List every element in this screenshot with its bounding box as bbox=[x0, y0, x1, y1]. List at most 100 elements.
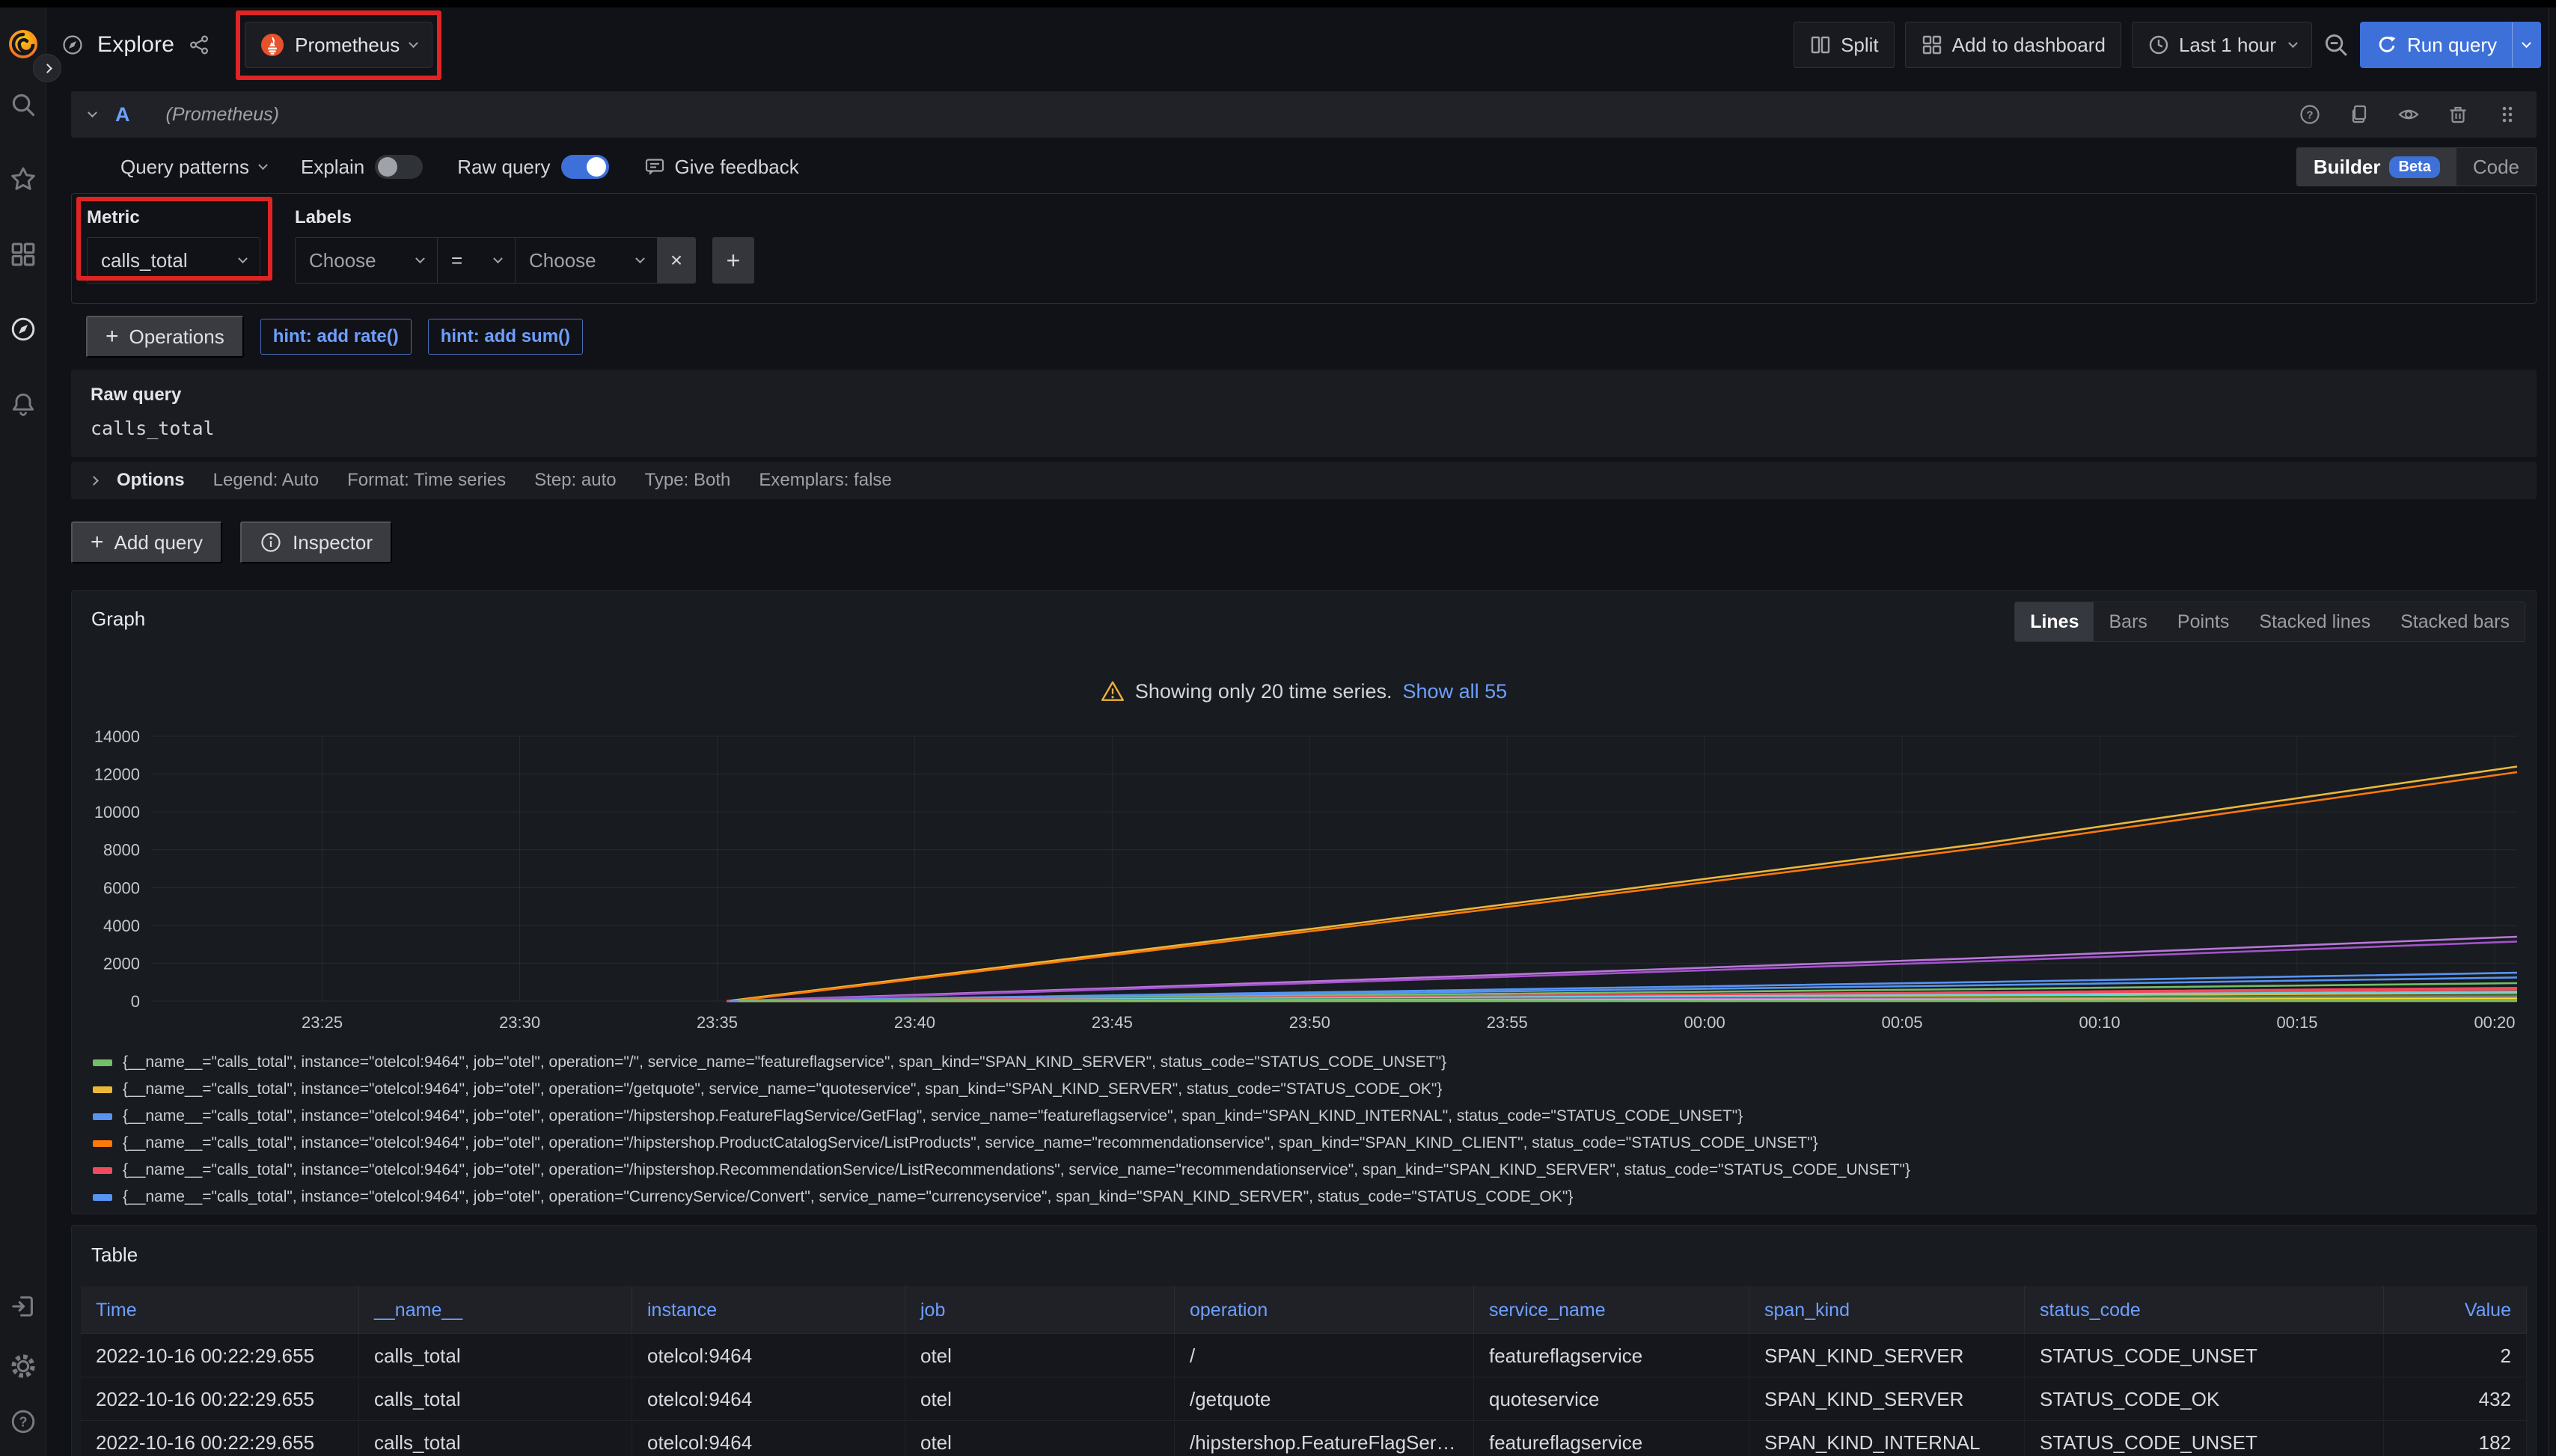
explain-toggle[interactable] bbox=[375, 155, 423, 179]
option-type: Type: Both bbox=[645, 470, 731, 491]
add-to-dashboard-button[interactable]: Add to dashboard bbox=[1905, 22, 2121, 68]
explore-toolbar: Explore Prometheus Split bbox=[46, 7, 2556, 82]
scrollbar[interactable] bbox=[2549, 7, 2556, 1456]
table-cell: quoteservice bbox=[1474, 1377, 1749, 1421]
metric-select[interactable]: calls_total bbox=[87, 237, 260, 284]
time-series-chart[interactable]: 0200040006000800010000120001400023:2523:… bbox=[81, 724, 2528, 1040]
table-cell: 2022-10-16 00:22:29.655 bbox=[81, 1334, 359, 1377]
remove-label-filter-button[interactable]: × bbox=[657, 237, 696, 284]
label-operator-select[interactable]: = bbox=[437, 237, 515, 284]
column-header-time[interactable]: Time bbox=[81, 1286, 359, 1334]
prometheus-logo-icon bbox=[260, 33, 284, 57]
builder-tab[interactable]: Builder Beta bbox=[2297, 148, 2456, 186]
svg-text:00:10: 00:10 bbox=[2079, 1013, 2121, 1032]
table-cell: otel bbox=[905, 1421, 1175, 1456]
svg-text:23:30: 23:30 bbox=[499, 1013, 540, 1032]
graph-style-lines[interactable]: Lines bbox=[2015, 602, 2094, 641]
query-options-row[interactable]: Options Legend: Auto Format: Time series… bbox=[71, 462, 2537, 499]
column-header-job[interactable]: job bbox=[905, 1286, 1175, 1334]
give-feedback-link[interactable]: Give feedback bbox=[643, 156, 799, 179]
hide-query-eye-icon[interactable] bbox=[2397, 103, 2420, 126]
expand-options-icon[interactable] bbox=[89, 476, 99, 486]
svg-text:00:15: 00:15 bbox=[2276, 1013, 2317, 1032]
graph-style-bars[interactable]: Bars bbox=[2094, 602, 2162, 641]
legend-item[interactable]: {__name__="calls_total", instance="otelc… bbox=[93, 1049, 2521, 1076]
svg-text:23:25: 23:25 bbox=[302, 1013, 343, 1032]
alerting-bell-icon[interactable] bbox=[10, 391, 37, 417]
duplicate-query-icon[interactable] bbox=[2348, 103, 2370, 126]
column-header-operation[interactable]: operation bbox=[1175, 1286, 1474, 1334]
collapse-query-icon[interactable] bbox=[88, 108, 97, 117]
add-operation-button[interactable]: + Operations bbox=[86, 316, 244, 358]
graph-style-stacked-lines[interactable]: Stacked lines bbox=[2244, 602, 2385, 641]
explore-icon bbox=[61, 34, 84, 56]
datasource-picker[interactable]: Prometheus bbox=[245, 22, 432, 68]
column-header-instance[interactable]: instance bbox=[632, 1286, 905, 1334]
hint-add-rate-button[interactable]: hint: add rate() bbox=[260, 319, 412, 355]
zoom-out-icon[interactable] bbox=[2323, 31, 2349, 58]
delete-query-trash-icon[interactable] bbox=[2447, 103, 2469, 126]
query-help-icon[interactable]: ? bbox=[2299, 103, 2321, 126]
show-all-series-link[interactable]: Show all 55 bbox=[1403, 680, 1508, 703]
page-title: Explore bbox=[97, 32, 174, 58]
label-key-select[interactable]: Choose bbox=[295, 237, 437, 284]
run-query-button[interactable]: Run query bbox=[2360, 22, 2541, 68]
legend-item[interactable]: {__name__="calls_total", instance="otelc… bbox=[93, 1103, 2521, 1130]
query-row-header[interactable]: A (Prometheus) ? bbox=[71, 91, 2537, 138]
dashboards-icon[interactable] bbox=[10, 241, 37, 268]
grafana-logo[interactable] bbox=[7, 27, 40, 60]
table-cell: otel bbox=[905, 1334, 1175, 1377]
svg-text:8000: 8000 bbox=[103, 841, 140, 860]
svg-text:10000: 10000 bbox=[94, 803, 140, 822]
inspector-button[interactable]: Inspector bbox=[240, 521, 392, 563]
help-icon[interactable]: ? bbox=[10, 1408, 37, 1435]
table-cell: STATUS_CODE_OK bbox=[2025, 1377, 2384, 1421]
table-cell: STATUS_CODE_UNSET bbox=[2025, 1334, 2384, 1377]
metric-label: Metric bbox=[87, 207, 260, 228]
column-header-servicename[interactable]: service_name bbox=[1474, 1286, 1749, 1334]
table-cell: featureflagservice bbox=[1474, 1421, 1749, 1456]
run-query-dropdown[interactable] bbox=[2512, 22, 2540, 68]
explore-compass-icon[interactable] bbox=[10, 316, 37, 343]
column-header-statuscode[interactable]: status_code bbox=[2025, 1286, 2384, 1334]
add-query-button[interactable]: + Add query bbox=[71, 521, 222, 563]
add-label-filter-button[interactable]: + bbox=[712, 237, 754, 284]
column-header-spankind[interactable]: span_kind bbox=[1749, 1286, 2025, 1334]
legend-item[interactable]: {__name__="calls_total", instance="otelc… bbox=[93, 1130, 2521, 1157]
column-header-value[interactable]: Value bbox=[2384, 1286, 2527, 1334]
raw-query-preview: Raw query calls_total bbox=[71, 370, 2537, 457]
expand-sidebar-button[interactable] bbox=[33, 54, 61, 82]
query-datasource-hint: (Prometheus) bbox=[166, 104, 279, 126]
settings-gear-icon[interactable] bbox=[10, 1353, 37, 1380]
time-range-picker[interactable]: Last 1 hour bbox=[2132, 22, 2312, 68]
svg-text:23:45: 23:45 bbox=[1092, 1013, 1133, 1032]
legend-item[interactable]: {__name__="calls_total", instance="otelc… bbox=[93, 1076, 2521, 1103]
legend-label: {__name__="calls_total", instance="otelc… bbox=[123, 1161, 1910, 1179]
legend-swatch bbox=[93, 1086, 112, 1093]
graph-style-stacked-bars[interactable]: Stacked bars bbox=[2385, 602, 2525, 641]
table-cell: / bbox=[1175, 1334, 1474, 1377]
svg-text:23:35: 23:35 bbox=[697, 1013, 738, 1032]
sign-in-icon[interactable] bbox=[10, 1293, 37, 1320]
svg-text:00:05: 00:05 bbox=[1882, 1013, 1923, 1032]
label-value-select[interactable]: Choose bbox=[515, 237, 657, 284]
legend-label: {__name__="calls_total", instance="otelc… bbox=[123, 1053, 1446, 1071]
hint-add-sum-button[interactable]: hint: add sum() bbox=[428, 319, 583, 355]
series-limit-warning: Showing only 20 time series. Show all 55 bbox=[72, 679, 2536, 703]
graph-style-points[interactable]: Points bbox=[2162, 602, 2244, 641]
legend-item[interactable]: {__name__="calls_total", instance="otelc… bbox=[93, 1184, 2521, 1208]
legend-swatch bbox=[93, 1113, 112, 1120]
table-cell: calls_total bbox=[359, 1421, 632, 1456]
table-cell: calls_total bbox=[359, 1334, 632, 1377]
code-tab[interactable]: Code bbox=[2456, 148, 2536, 186]
share-icon[interactable] bbox=[188, 34, 210, 56]
query-patterns-dropdown[interactable]: Query patterns bbox=[120, 156, 266, 179]
table-cell: otelcol:9464 bbox=[632, 1334, 905, 1377]
starred-icon[interactable] bbox=[10, 166, 37, 193]
search-icon[interactable] bbox=[10, 91, 37, 118]
column-header-name[interactable]: __name__ bbox=[359, 1286, 632, 1334]
legend-item[interactable]: {__name__="calls_total", instance="otelc… bbox=[93, 1157, 2521, 1184]
split-button[interactable]: Split bbox=[1794, 22, 1895, 68]
raw-query-toggle[interactable] bbox=[561, 155, 609, 179]
drag-handle-icon[interactable] bbox=[2496, 103, 2519, 126]
